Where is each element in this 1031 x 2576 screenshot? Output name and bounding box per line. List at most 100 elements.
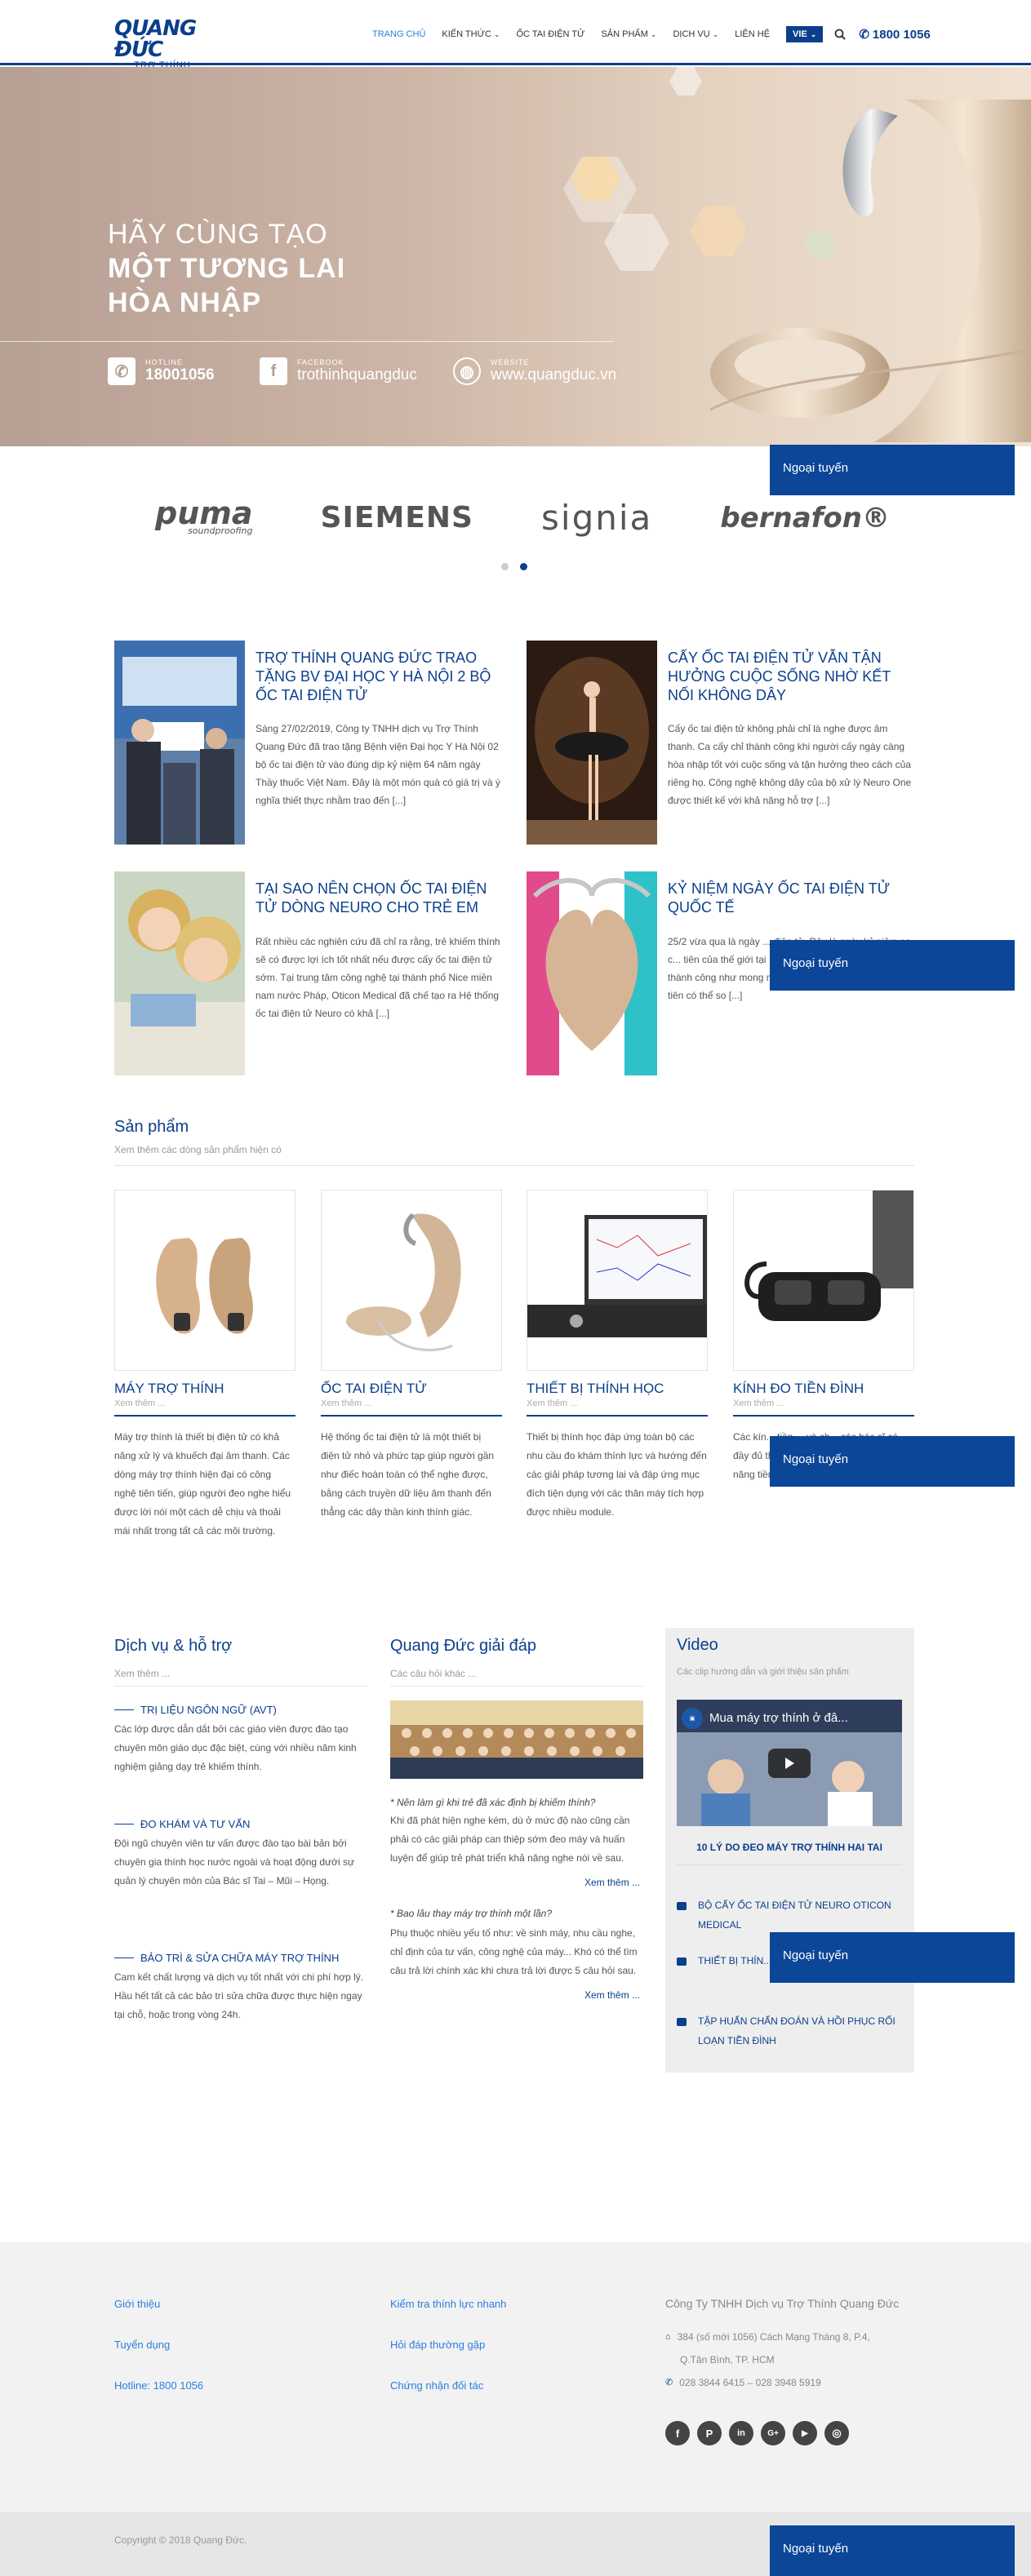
service-heading[interactable]: TRỊ LIỆU NGÔN NGỮ (AVT) bbox=[114, 1704, 277, 1716]
hero-hotline[interactable]: ✆ HOTLINE 18001056 bbox=[108, 357, 215, 385]
chat-offline-button[interactable]: Ngoại tuyến bbox=[770, 940, 1015, 991]
hotline-number: 1800 1056 bbox=[872, 27, 931, 42]
brand-logo-siemens[interactable]: SIEMENS bbox=[321, 501, 473, 534]
product-card[interactable]: ỐC TAI ĐIỆN TỬ Xem thêm ... Hệ thống ốc … bbox=[321, 1190, 502, 1522]
qa-more-link[interactable]: Các câu hỏi khác ... bbox=[390, 1668, 476, 1679]
news-item[interactable]: TẠI SAO NÊN CHỌN ỐC TAI ĐIỆN TỬ DÒNG NEU… bbox=[114, 871, 506, 1075]
services-more-link[interactable]: Xem thêm ... bbox=[114, 1668, 170, 1679]
video-player[interactable]: ▣ Mua máy trợ thính ở đâ... bbox=[677, 1700, 902, 1826]
news-thumbnail bbox=[114, 641, 245, 845]
brand-logo-bernafon[interactable]: bernafon® bbox=[720, 502, 890, 534]
news-item[interactable]: CẤY ỐC TAI ĐIỆN TỬ VẪN TẬN HƯỞNG CUỘC SỐ… bbox=[527, 641, 918, 845]
hero-website[interactable]: ◍ WEBSITE www.quangduc.vn bbox=[453, 357, 616, 385]
brand-logo-signia[interactable]: signia bbox=[541, 498, 652, 538]
footer-link-careers[interactable]: Tuyển dụng bbox=[114, 2339, 170, 2351]
hotline-label: HOTLINE bbox=[145, 358, 184, 366]
divider bbox=[114, 1165, 914, 1166]
facebook-value: trothinhquangduc bbox=[297, 366, 417, 384]
product-more-link[interactable]: Xem thêm ... bbox=[527, 1399, 708, 1408]
language-select[interactable]: VIE ⌄ bbox=[786, 26, 824, 42]
news-title[interactable]: KỶ NIỆM NGÀY ỐC TAI ĐIỆN TỬ QUỐC TẾ bbox=[668, 880, 913, 917]
product-name[interactable]: THIẾT BỊ THÍNH HỌC bbox=[527, 1381, 708, 1397]
decor-hexagon bbox=[669, 67, 702, 95]
service-heading[interactable]: ĐO KHÁM VÀ TƯ VẤN bbox=[114, 1818, 250, 1830]
news-title[interactable]: CẤY ỐC TAI ĐIỆN TỬ VẪN TẬN HƯỞNG CUỘC SỐ… bbox=[668, 649, 913, 705]
play-icon[interactable] bbox=[768, 1749, 811, 1778]
qa-more-link[interactable]: Xem thêm ... bbox=[584, 1877, 640, 1888]
language-label: VIE bbox=[793, 29, 807, 39]
product-more-link[interactable]: Xem thêm ... bbox=[733, 1399, 914, 1408]
video-list-item[interactable]: BỘ CẤY ỐC TAI ĐIỆN TỬ NEURO OTICON MEDIC… bbox=[677, 1895, 905, 1935]
site-footer bbox=[0, 2242, 1031, 2512]
qa-question[interactable]: * Nên làm gì khi trẻ đã xác định bị khiế… bbox=[390, 1797, 595, 1808]
qa-group-photo bbox=[390, 1700, 643, 1779]
qa-question[interactable]: * Bao lâu thay máy trợ thính một lần? bbox=[390, 1908, 552, 1919]
site-logo[interactable]: QUANG ĐỨC TRỢ THÍNH bbox=[114, 18, 212, 70]
chat-offline-button[interactable]: Ngoại tuyến bbox=[770, 1932, 1015, 1983]
product-image[interactable] bbox=[527, 1190, 708, 1371]
nav-item-cochlear[interactable]: ỐC TAI ĐIỆN TỬ bbox=[516, 29, 584, 39]
instagram-icon[interactable]: ◎ bbox=[824, 2421, 849, 2445]
chat-offline-button[interactable]: Ngoại tuyến bbox=[770, 1436, 1015, 1487]
logo-main: QUANG ĐỨC bbox=[114, 16, 197, 62]
youtube-icon[interactable]: ▶ bbox=[793, 2421, 817, 2445]
product-image[interactable] bbox=[733, 1190, 914, 1371]
nav-item-products[interactable]: SẢN PHẨM ⌄ bbox=[601, 29, 656, 39]
product-name[interactable]: MÁY TRỢ THÍNH bbox=[114, 1381, 296, 1397]
nav-item-knowledge[interactable]: KIẾN THỨC ⌄ bbox=[442, 29, 500, 39]
news-title[interactable]: TẠI SAO NÊN CHỌN ỐC TAI ĐIỆN TỬ DÒNG NEU… bbox=[256, 880, 500, 917]
service-text: Đội ngũ chuyên viên tư vấn được đào tạo … bbox=[114, 1838, 355, 1887]
google-plus-icon[interactable]: G+ bbox=[761, 2421, 785, 2445]
product-more-link[interactable]: Xem thêm ... bbox=[114, 1399, 296, 1408]
news-thumbnail bbox=[114, 871, 245, 1075]
brand-logo-puma[interactable]: puma soundproofing bbox=[155, 498, 253, 535]
phone-icon: ✆ bbox=[665, 2378, 673, 2388]
service-heading[interactable]: BẢO TRÌ & SỬA CHỮA MÁY TRỢ THÍNH bbox=[114, 1952, 339, 1964]
search-icon[interactable] bbox=[834, 29, 847, 40]
news-title[interactable]: TRỢ THÍNH QUANG ĐỨC TRAO TẶNG BV ĐẠI HỌC… bbox=[256, 649, 500, 705]
hero-title: MỘT TƯƠNG LAI HÒA NHẬP bbox=[108, 251, 345, 320]
product-name[interactable]: KÍNH ĐO TIỀN ĐÌNH bbox=[733, 1381, 914, 1397]
nav-label: SẢN PHẨM bbox=[601, 29, 648, 39]
address-line: Q.Tân Bình, TP. HCM bbox=[680, 2354, 775, 2365]
nav-item-home[interactable]: TRANG CHỦ bbox=[372, 29, 425, 39]
carousel-dot-active[interactable] bbox=[520, 563, 527, 570]
qa-more-link[interactable]: Xem thêm ... bbox=[584, 1989, 640, 2001]
hero-facebook[interactable]: f FACEBOOK trothinhquangduc bbox=[260, 357, 417, 385]
product-more-link[interactable]: Xem thêm ... bbox=[321, 1399, 502, 1408]
product-name[interactable]: ỐC TAI ĐIỆN TỬ bbox=[321, 1381, 502, 1397]
footer-link-hearing-test[interactable]: Kiểm tra thính lực nhanh bbox=[390, 2298, 506, 2310]
chevron-down-icon: ⌄ bbox=[712, 29, 719, 38]
footer-link-hotline[interactable]: Hotline: 1800 1056 bbox=[114, 2379, 203, 2392]
header-hotline[interactable]: ✆ 1800 1056 bbox=[859, 27, 930, 42]
website-label: WEBSITE bbox=[491, 358, 530, 366]
product-card[interactable]: MÁY TRỢ THÍNH Xem thêm ... Máy trợ thính… bbox=[114, 1190, 296, 1541]
product-card[interactable]: THIẾT BỊ THÍNH HỌC Xem thêm ... Thiết bị… bbox=[527, 1190, 708, 1522]
linkedin-icon[interactable]: in bbox=[729, 2421, 753, 2445]
footer-link-about[interactable]: Giới thiệu bbox=[114, 2298, 160, 2310]
qa-answer: Khi đã phát hiện nghe kém, dù ở mức độ n… bbox=[390, 1815, 630, 1864]
nav-item-services[interactable]: DỊCH VỤ ⌄ bbox=[673, 29, 718, 39]
hotline-value: 18001056 bbox=[145, 366, 215, 384]
footer-link-partners[interactable]: Chứng nhận đối tác bbox=[390, 2379, 483, 2392]
video-caption[interactable]: 10 LÝ DO ĐEO MÁY TRỢ THÍNH HAI TAI bbox=[677, 1842, 902, 1853]
facebook-icon[interactable]: f bbox=[665, 2421, 690, 2445]
section-subtitle-products[interactable]: Xem thêm các dòng sản phẩm hiện có bbox=[114, 1144, 282, 1155]
service-heading-label: ĐO KHÁM VÀ TƯ VẤN bbox=[140, 1818, 251, 1830]
carousel-dots bbox=[501, 563, 539, 570]
news-item[interactable]: TRỢ THÍNH QUANG ĐỨC TRAO TẶNG BV ĐẠI HỌC… bbox=[114, 641, 506, 845]
nav-item-contact[interactable]: LIÊN HỆ bbox=[735, 29, 770, 39]
pinterest-icon[interactable]: P bbox=[697, 2421, 722, 2445]
chat-offline-button[interactable]: Ngoại tuyến bbox=[770, 2525, 1015, 2576]
product-image[interactable] bbox=[114, 1190, 296, 1371]
divider bbox=[390, 1686, 643, 1687]
divider bbox=[114, 1686, 367, 1687]
footer-link-faq[interactable]: Hỏi đáp thường gặp bbox=[390, 2339, 485, 2351]
carousel-dot[interactable] bbox=[501, 563, 509, 570]
decor-hexagon bbox=[604, 214, 669, 271]
product-image[interactable] bbox=[321, 1190, 502, 1371]
video-list-item[interactable]: TẬP HUẤN CHẨN ĐOÁN VÀ HỒI PHỤC RỐI LOẠN … bbox=[677, 2011, 905, 2051]
chat-offline-button[interactable]: Ngoại tuyến bbox=[770, 445, 1015, 495]
divider bbox=[733, 1415, 914, 1417]
divider bbox=[677, 1864, 902, 1865]
